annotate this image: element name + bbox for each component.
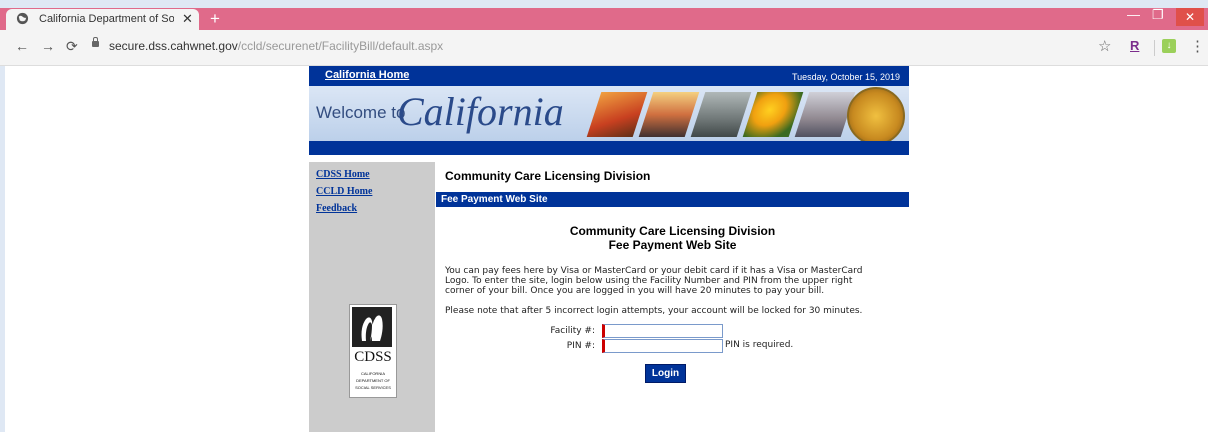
- facility-number-input[interactable]: [602, 324, 723, 338]
- address-bar[interactable]: secure.dss.cahwnet.gov/ccld/securenet/Fa…: [109, 39, 443, 53]
- extension-download-icon[interactable]: ↓: [1162, 39, 1176, 53]
- lock-icon: [92, 37, 99, 47]
- tab-close-icon[interactable]: ✕: [182, 11, 193, 27]
- page-heading-line2: Fee Payment Web Site: [608, 238, 737, 252]
- banner-photo-bridge: [586, 92, 648, 137]
- lock-notice: Please note that after 5 incorrect login…: [445, 306, 863, 316]
- california-home-link[interactable]: California Home: [325, 69, 409, 81]
- bookmark-star-icon[interactable]: ☆: [1098, 37, 1111, 55]
- login-button[interactable]: Login: [645, 364, 686, 383]
- sidebar-item-feedback[interactable]: Feedback: [316, 203, 357, 214]
- page-heading-line1: Community Care Licensing Division: [569, 224, 776, 238]
- globe-icon: [16, 12, 29, 25]
- state-seal-icon: [847, 87, 905, 141]
- intro-line-1: You can pay fees here by Visa or MasterC…: [445, 266, 863, 276]
- new-tab-icon[interactable]: +: [210, 9, 220, 29]
- tab-title: California Department of Social S: [39, 13, 174, 25]
- browser-tab[interactable]: California Department of Social S ✕: [6, 9, 199, 30]
- minimize-icon[interactable]: —: [1127, 7, 1140, 22]
- pin-input[interactable]: [602, 339, 723, 353]
- banner-california-text: California: [397, 89, 564, 134]
- pin-required-message: PIN is required.: [725, 340, 794, 350]
- cdss-logo-line3: SOCIAL SERVICES: [355, 385, 391, 390]
- url-host: secure.dss.cahwnet.gov: [109, 39, 238, 53]
- banner-welcome-text: Welcome to: [316, 103, 406, 122]
- browser-menu-icon[interactable]: ⋮: [1190, 37, 1205, 55]
- banner-photo-falls: [690, 92, 752, 137]
- back-icon[interactable]: ←: [15, 38, 29, 54]
- banner-photo-poppies: [742, 92, 804, 137]
- extension-r-icon[interactable]: R: [1130, 38, 1139, 53]
- header-bottom-bar: [309, 141, 909, 155]
- toolbar-divider: [1154, 40, 1155, 56]
- banner-photo-sunset: [638, 92, 700, 137]
- window-close-icon[interactable]: ✕: [1176, 8, 1204, 26]
- cdss-logo-text: CDSS: [354, 349, 392, 365]
- pin-label: PIN #:: [566, 341, 595, 351]
- viewport-left-edge: [0, 66, 5, 432]
- intro-line-2: Logo. To enter the site, login below usi…: [445, 276, 853, 286]
- division-title: Community Care Licensing Division: [445, 169, 651, 183]
- welcome-banner: Welcome to California: [309, 86, 909, 141]
- left-sidebar: CDSS Home CCLD Home Feedback CDSS CALIFO…: [309, 162, 435, 432]
- section-bar-label: Fee Payment Web Site: [441, 194, 548, 205]
- reload-icon[interactable]: ⟳: [66, 38, 78, 55]
- header-date: Tuesday, October 15, 2019: [792, 72, 901, 82]
- browser-toolbar: ← → ⟳ secure.dss.cahwnet.gov/ccld/secure…: [0, 30, 1208, 66]
- forward-icon[interactable]: →: [41, 38, 55, 54]
- restore-icon[interactable]: ❐: [1152, 7, 1164, 23]
- sidebar-item-ccld-home[interactable]: CCLD Home: [316, 186, 372, 197]
- intro-line-3: corner of your bill. Once you are logged…: [445, 286, 825, 296]
- cdss-logo-line2: DEPARTMENT OF: [356, 378, 390, 383]
- cdss-logo: CDSS CALIFORNIA DEPARTMENT OF SOCIAL SER…: [349, 304, 397, 398]
- cdss-logo-line1: CALIFORNIA: [360, 371, 385, 376]
- url-path: /ccld/securenet/FacilityBill/default.asp…: [237, 39, 444, 53]
- cdss-logo-mark: [352, 307, 392, 347]
- facility-label: Facility #:: [550, 326, 595, 336]
- sidebar-item-cdss-home[interactable]: CDSS Home: [316, 169, 370, 180]
- titlebar-top-strip: [0, 0, 1208, 8]
